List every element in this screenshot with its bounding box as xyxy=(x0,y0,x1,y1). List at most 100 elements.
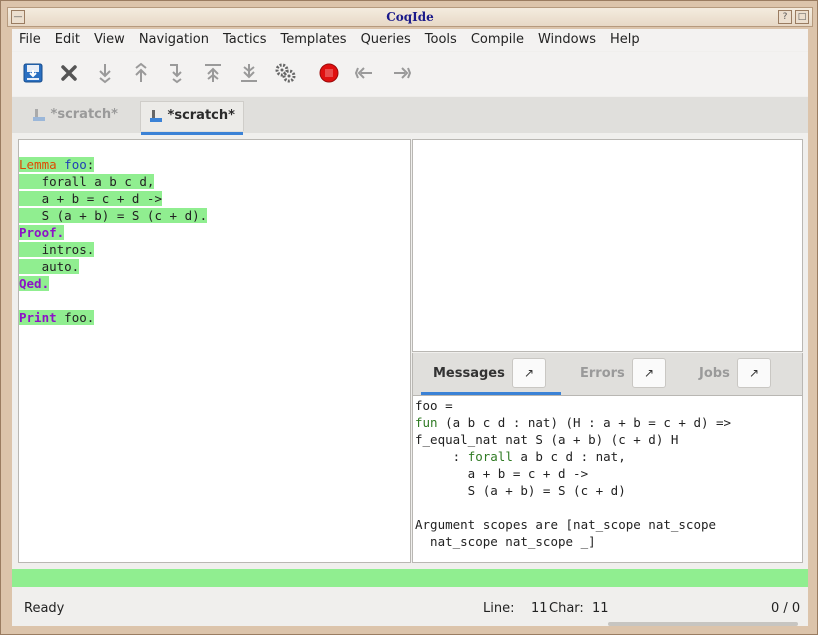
backward-one-icon[interactable] xyxy=(128,60,154,86)
backward-to-start-icon[interactable] xyxy=(200,60,226,86)
code-line: foo = xyxy=(415,397,802,414)
tab-errors[interactable]: Errors xyxy=(580,366,625,381)
code-token: Lemma xyxy=(19,157,57,172)
code-token: foo. xyxy=(56,310,95,325)
status-scrollbar[interactable] xyxy=(608,622,798,626)
code-line: a + b = c + d -> xyxy=(19,190,410,207)
main-window: File Edit View Navigation Tactics Templates Qu… xyxy=(12,29,808,626)
code-token: a + b = c + d -> xyxy=(19,191,162,206)
maximize-button[interactable]: □ xyxy=(795,10,809,24)
menu-queries[interactable]: Queries xyxy=(354,29,418,51)
code-token: (a b c d : nat) (H : a + b = c + d) => xyxy=(437,415,732,430)
tab-scratch-1[interactable]: *scratch* xyxy=(24,101,126,131)
menu-tactics[interactable]: Tactics xyxy=(216,29,274,51)
menu-templates[interactable]: Templates xyxy=(273,29,353,51)
code-token: S (a + b) = S (c + d) xyxy=(415,483,626,498)
code-token: f_equal_nat nat S (a + b) (c + d) H xyxy=(415,432,679,447)
menu-file[interactable]: File xyxy=(12,29,48,51)
code-token: fun xyxy=(415,415,438,430)
code-token: S (a + b) = S (c + d). xyxy=(19,208,208,223)
previous-occurrence-icon[interactable] xyxy=(352,60,378,86)
messages-text: foo = fun (a b c d : nat) (H : a + b = c … xyxy=(413,396,802,550)
menu-tools[interactable]: Tools xyxy=(418,29,464,51)
code-line: Qed. xyxy=(19,275,410,292)
tab-messages[interactable]: Messages xyxy=(433,366,505,381)
menu-navigation[interactable]: Navigation xyxy=(132,29,216,51)
code-line: nat_scope nat_scope _] xyxy=(415,533,802,550)
code-token: forall xyxy=(467,449,513,464)
menu-edit[interactable]: Edit xyxy=(48,29,87,51)
script-file-icon xyxy=(149,108,168,123)
code-token: : xyxy=(86,157,95,172)
document-tabs: *scratch* *scratch* xyxy=(12,97,808,135)
code-line: auto. xyxy=(19,258,410,275)
script-code: Lemma foo: forall a b c d, a + b = c + d… xyxy=(19,140,410,326)
title-bar[interactable]: — CoqIde ? □ xyxy=(7,7,813,27)
code-token: foo xyxy=(64,157,87,172)
help-button[interactable]: ? xyxy=(778,10,792,24)
code-token: Print xyxy=(19,310,57,325)
code-line: Lemma foo: xyxy=(19,156,410,173)
window-frame: — CoqIde ? □ File Edit View Navigation Tacti… xyxy=(0,0,818,635)
message-tabs: Messages ↗ Errors ↗ Jobs ↗ xyxy=(412,353,803,395)
tab-label: *scratch* xyxy=(50,107,118,122)
message-counter: 0 / 0 xyxy=(771,601,801,616)
detach-messages-button[interactable]: ↗ xyxy=(512,358,546,388)
detach-jobs-button[interactable]: ↗ xyxy=(737,358,771,388)
tab-jobs[interactable]: Jobs xyxy=(699,366,730,381)
char-label: Char: xyxy=(549,601,584,616)
code-line: Proof. xyxy=(19,224,410,241)
code-line: a + b = c + d -> xyxy=(415,465,802,482)
script-file-icon xyxy=(32,107,51,122)
code-line: intros. xyxy=(19,241,410,258)
next-occurrence-icon[interactable] xyxy=(388,60,414,86)
line-label: Line: xyxy=(483,601,515,616)
menu-view[interactable]: View xyxy=(87,29,132,51)
code-token: Argument scopes are [nat_scope nat_scope xyxy=(415,517,717,532)
goal-pane xyxy=(412,139,803,352)
status-bar: Ready Line: 11 Char: 11 0 / 0 xyxy=(12,589,808,626)
code-line: : forall a b c d : nat, xyxy=(415,448,802,465)
code-line: S (a + b) = S (c + d) xyxy=(415,482,802,499)
code-token: a b c d : nat, xyxy=(512,449,626,464)
code-token: foo = xyxy=(415,398,453,413)
messages-pane[interactable]: foo = fun (a b c d : nat) (H : a + b = c … xyxy=(412,395,803,563)
code-token: : xyxy=(415,449,468,464)
code-line: Print foo. xyxy=(19,309,410,326)
code-token: forall a b c d, xyxy=(19,174,155,189)
code-line: fun (a b c d : nat) (H : a + b = c + d) … xyxy=(415,414,802,431)
menu-windows[interactable]: Windows xyxy=(531,29,603,51)
interrupt-icon[interactable] xyxy=(316,60,342,86)
code-line: Argument scopes are [nat_scope nat_scope xyxy=(415,516,802,533)
code-token: intros. xyxy=(19,242,95,257)
go-to-cursor-icon[interactable] xyxy=(164,60,190,86)
status-ready: Ready xyxy=(24,601,65,616)
code-line: f_equal_nat nat S (a + b) (c + d) H xyxy=(415,431,802,448)
code-token: Qed. xyxy=(19,276,50,291)
char-value: 11 xyxy=(592,601,609,616)
progress-bar xyxy=(12,569,808,587)
tab-label: *scratch* xyxy=(167,108,235,123)
forward-to-end-icon[interactable] xyxy=(236,60,262,86)
tab-scratch-2[interactable]: *scratch* xyxy=(140,101,244,135)
code-token: a + b = c + d -> xyxy=(415,466,589,481)
window-title: CoqIde xyxy=(386,10,434,24)
detach-errors-button[interactable]: ↗ xyxy=(632,358,666,388)
toolbar xyxy=(12,52,808,96)
save-icon[interactable] xyxy=(20,60,46,86)
menubar: File Edit View Navigation Tactics Templates Qu… xyxy=(12,29,808,51)
line-value: 11 xyxy=(531,601,548,616)
close-icon[interactable] xyxy=(56,60,82,86)
code-token: Proof. xyxy=(19,225,65,240)
menu-compile[interactable]: Compile xyxy=(464,29,531,51)
code-line: forall a b c d, xyxy=(19,173,410,190)
code-token: auto. xyxy=(19,259,80,274)
code-token: nat_scope nat_scope _] xyxy=(415,534,596,549)
forward-one-icon[interactable] xyxy=(92,60,118,86)
script-editor[interactable]: Lemma foo: forall a b c d, a + b = c + d… xyxy=(18,139,411,563)
code-line: S (a + b) = S (c + d). xyxy=(19,207,410,224)
menu-help[interactable]: Help xyxy=(603,29,647,51)
run-queries-icon[interactable] xyxy=(272,60,298,86)
